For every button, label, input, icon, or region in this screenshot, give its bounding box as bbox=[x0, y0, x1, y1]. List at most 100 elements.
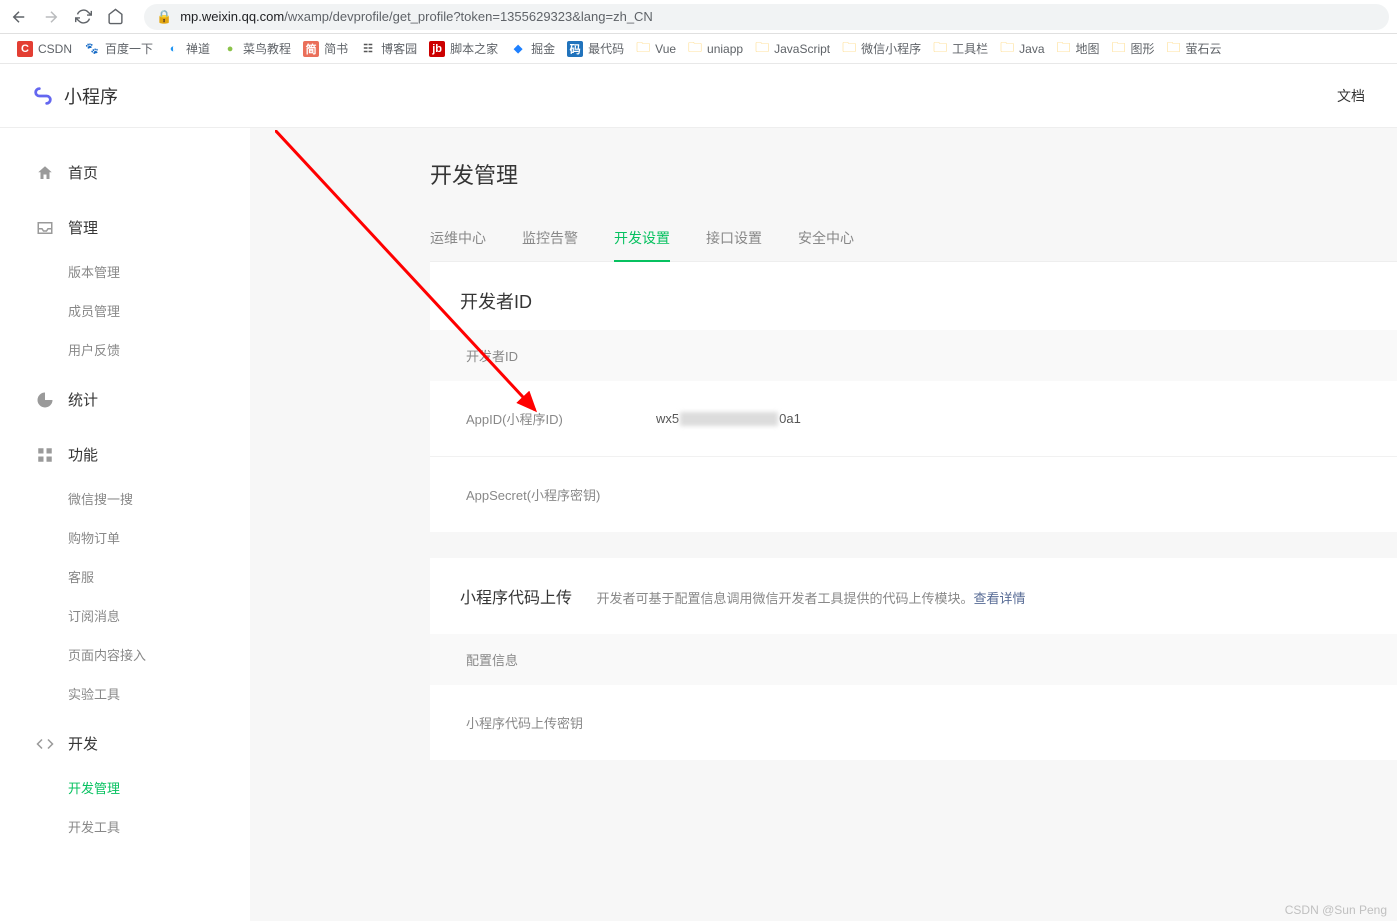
bookmark-item[interactable]: 简简书 bbox=[298, 37, 353, 60]
folder-icon: 🗀 bbox=[636, 37, 650, 61]
sidebar-item[interactable]: 版本管理 bbox=[0, 252, 250, 291]
sidebar-category-inbox[interactable]: 管理 bbox=[0, 203, 250, 252]
bookmark-item[interactable]: 🗀地图 bbox=[1052, 34, 1105, 64]
upload-section-desc: 开发者可基于配置信息调用微信开发者工具提供的代码上传模块。查看详情 bbox=[596, 591, 1025, 606]
folder-icon: 🗀 bbox=[1000, 37, 1014, 61]
watermark: CSDN @Sun Peng bbox=[1285, 903, 1387, 917]
bookmark-item[interactable]: ◆ 掘金 bbox=[505, 37, 560, 60]
bookmark-label: 地图 bbox=[1076, 40, 1100, 57]
back-button[interactable] bbox=[8, 6, 30, 28]
bookmark-item[interactable]: ●菜鸟教程 bbox=[217, 37, 296, 60]
tab[interactable]: 开发设置 bbox=[614, 220, 670, 262]
sidebar-category-label: 首页 bbox=[68, 162, 98, 183]
tab[interactable]: 运维中心 bbox=[430, 220, 486, 262]
bookmark-item[interactable]: 🗀 图形 bbox=[1107, 34, 1160, 64]
miniprogram-logo-icon bbox=[32, 85, 54, 107]
bookmark-favicon: 简 bbox=[303, 41, 319, 57]
sidebar-category-home[interactable]: 首页 bbox=[0, 148, 250, 197]
bookmark-label: 掘金 bbox=[531, 40, 555, 57]
lock-icon: 🔒 bbox=[156, 9, 172, 25]
bookmark-favicon: ● bbox=[222, 41, 238, 57]
sidebar-item[interactable]: 用户反馈 bbox=[0, 330, 250, 369]
bookmark-favicon: ◆ bbox=[510, 41, 526, 57]
bookmark-label: Vue bbox=[655, 42, 676, 56]
bookmark-item[interactable]: 码最代码 bbox=[562, 37, 629, 60]
logo-area[interactable]: 小程序 bbox=[32, 83, 118, 109]
bookmark-label: 百度一下 bbox=[105, 40, 153, 57]
inbox-icon bbox=[36, 219, 54, 237]
bookmark-item[interactable]: 🗀 Vue bbox=[631, 34, 681, 64]
bookmark-label: 脚本之家 bbox=[450, 40, 498, 57]
bookmark-label: 微信小程序 bbox=[861, 40, 921, 57]
bookmark-label: JavaScript bbox=[774, 42, 830, 56]
bookmark-favicon: C bbox=[17, 41, 33, 57]
data-label: AppSecret(小程序密钥) bbox=[466, 485, 656, 504]
docs-link[interactable]: 文档 bbox=[1337, 86, 1365, 106]
sidebar-category-label: 功能 bbox=[68, 444, 98, 465]
bookmark-item[interactable]: 🗀 Java bbox=[995, 34, 1049, 64]
data-row: AppID(小程序ID)wx50a1 bbox=[430, 381, 1397, 457]
sidebar-category-grid[interactable]: 功能 bbox=[0, 430, 250, 479]
bookmark-item[interactable]: ☷博客园 bbox=[355, 37, 422, 60]
bookmark-label: CSDN bbox=[38, 42, 72, 56]
folder-icon: 🗀 bbox=[842, 37, 856, 61]
bookmark-label: 最代码 bbox=[588, 40, 624, 57]
bookmark-label: 图形 bbox=[1131, 40, 1155, 57]
home-button[interactable] bbox=[104, 6, 126, 28]
sidebar-category-code[interactable]: 开发 bbox=[0, 719, 250, 768]
reload-button[interactable] bbox=[72, 6, 94, 28]
bookmark-label: 工具栏 bbox=[952, 40, 988, 57]
bookmark-favicon: 码 bbox=[567, 41, 583, 57]
sidebar-item[interactable]: 订阅消息 bbox=[0, 596, 250, 635]
bookmark-favicon: ◐ bbox=[165, 41, 181, 57]
section-title: 开发者ID bbox=[430, 262, 1397, 330]
bookmark-label: 萤石云 bbox=[1186, 40, 1222, 57]
tab[interactable]: 安全中心 bbox=[798, 220, 854, 262]
sidebar-item[interactable]: 实验工具 bbox=[0, 674, 250, 713]
sidebar: 首页管理版本管理成员管理用户反馈统计功能微信搜一搜购物订单客服订阅消息页面内容接… bbox=[0, 128, 250, 921]
bookmark-favicon: ☷ bbox=[360, 41, 376, 57]
bookmark-item[interactable]: 🐾百度一下 bbox=[79, 37, 158, 60]
bookmark-item[interactable]: 🗀 微信小程序 bbox=[837, 34, 926, 64]
view-details-link[interactable]: 查看详情 bbox=[973, 591, 1025, 606]
sidebar-category-label: 管理 bbox=[68, 217, 98, 238]
bookmark-label: Java bbox=[1019, 42, 1044, 56]
bookmark-item[interactable]: C CSDN bbox=[12, 38, 77, 60]
upload-key-label: 小程序代码上传密钥 bbox=[466, 713, 656, 732]
tab[interactable]: 接口设置 bbox=[706, 220, 762, 262]
bookmark-item[interactable]: 🗀 萤石云 bbox=[1162, 34, 1227, 64]
folder-icon: 🗀 bbox=[1167, 37, 1181, 61]
dev-id-section: 开发者ID 开发者ID AppID(小程序ID)wx50a1 AppSecret(… bbox=[430, 262, 1397, 532]
bookmark-item[interactable]: 🗀 工具栏 bbox=[928, 34, 993, 64]
sub-header: 开发者ID bbox=[430, 330, 1397, 381]
sidebar-item[interactable]: 开发工具 bbox=[0, 807, 250, 846]
bookmark-item[interactable]: jb脚本之家 bbox=[424, 37, 503, 60]
sidebar-category-pie[interactable]: 统计 bbox=[0, 375, 250, 424]
home-icon bbox=[36, 164, 54, 182]
sidebar-item[interactable]: 页面内容接入 bbox=[0, 635, 250, 674]
sidebar-item[interactable]: 微信搜一搜 bbox=[0, 479, 250, 518]
bookmark-item[interactable]: 🗀JavaScript bbox=[750, 34, 835, 64]
folder-icon: 🗀 bbox=[933, 37, 947, 61]
grid-icon bbox=[36, 446, 54, 464]
sidebar-item[interactable]: 成员管理 bbox=[0, 291, 250, 330]
sidebar-item[interactable]: 客服 bbox=[0, 557, 250, 596]
url-text: mp.weixin.qq.com/wxamp/devprofile/get_pr… bbox=[180, 9, 653, 24]
bookmark-label: 禅道 bbox=[186, 40, 210, 57]
sidebar-item[interactable]: 开发管理 bbox=[0, 768, 250, 807]
data-row: AppSecret(小程序密钥) bbox=[430, 457, 1397, 532]
sidebar-item[interactable]: 购物订单 bbox=[0, 518, 250, 557]
url-bar[interactable]: 🔒 mp.weixin.qq.com/wxamp/devprofile/get_… bbox=[144, 4, 1389, 30]
folder-icon: 🗀 bbox=[1112, 37, 1126, 61]
tab[interactable]: 监控告警 bbox=[522, 220, 578, 262]
pie-icon bbox=[36, 391, 54, 409]
bookmark-item[interactable]: ◐ 禅道 bbox=[160, 37, 215, 60]
data-label: AppID(小程序ID) bbox=[466, 409, 656, 428]
browser-toolbar: 🔒 mp.weixin.qq.com/wxamp/devprofile/get_… bbox=[0, 0, 1397, 34]
bookmark-item[interactable]: 🗀uniapp bbox=[683, 34, 748, 64]
bookmark-label: uniapp bbox=[707, 42, 743, 56]
logo-text: 小程序 bbox=[64, 83, 118, 109]
tabs: 运维中心监控告警开发设置接口设置安全中心 bbox=[430, 220, 1397, 262]
data-value: wx50a1 bbox=[656, 411, 801, 426]
forward-button[interactable] bbox=[40, 6, 62, 28]
